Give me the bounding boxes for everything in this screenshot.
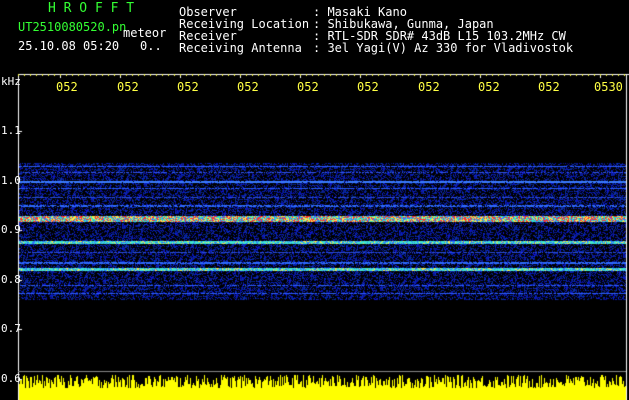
time-tick-label: 052: [357, 80, 379, 94]
datetime-label: 25.10.08 05:20: [18, 39, 120, 53]
time-tick-label: 0530: [594, 80, 623, 94]
time-tick-label: 052: [56, 80, 78, 94]
freq-tick-label: 0.9: [1, 223, 21, 236]
time-tick-label: 052: [237, 80, 259, 94]
freq-unit-label: kHz: [1, 75, 21, 88]
time-tick-label: 052: [538, 80, 560, 94]
freq-tick-label: 1.1: [1, 124, 21, 137]
freq-tick-label: 0.7: [1, 322, 21, 335]
time-tick-label: 052: [117, 80, 139, 94]
counter-label: 0..: [140, 39, 162, 53]
time-tick-label: 052: [177, 80, 199, 94]
freq-tick-label: 0.8: [1, 273, 21, 286]
antenna-value: : 3el Yagi(V) Az 330 for Vladivostok: [313, 41, 574, 55]
time-tick-label: 052: [478, 80, 500, 94]
app-title: H R O F F T: [48, 1, 135, 16]
filename-label: UT2510080520.pn: [18, 20, 127, 34]
time-tick-label: 052: [297, 80, 319, 94]
freq-tick-label: 1.0: [1, 174, 21, 187]
antenna-label: Receiving Antenna: [179, 41, 302, 55]
file-type-label: meteor: [123, 26, 167, 40]
time-tick-label: 052: [418, 80, 440, 94]
spectrogram-canvas: [0, 0, 629, 400]
freq-tick-label: 0.6: [1, 372, 21, 385]
